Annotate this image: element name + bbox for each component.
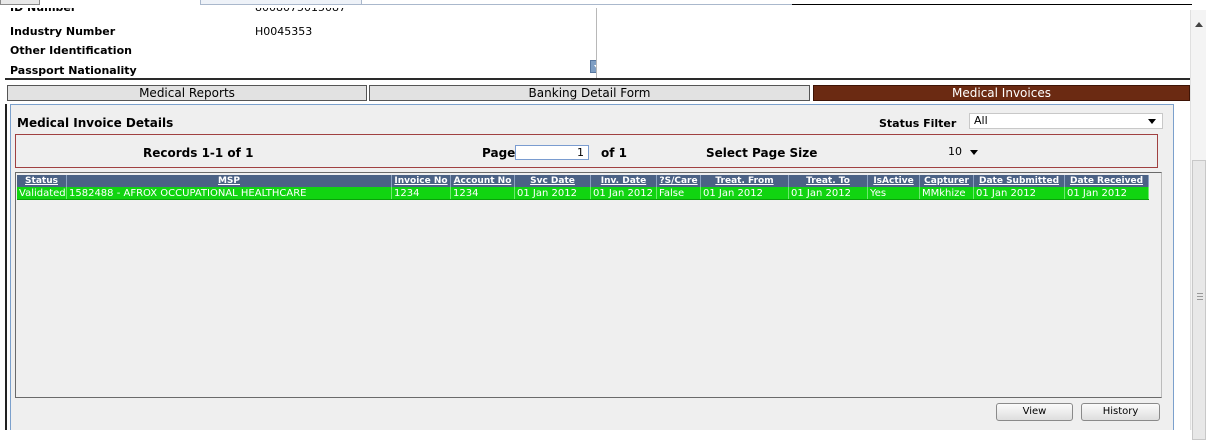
identification-info-box: ID Number 8008075015087 Industry Number … [10,8,597,80]
table-row[interactable]: Validated 1582488 - AFROX OCCUPATIONAL H… [17,187,1149,200]
column-header-inv-date[interactable]: Inv. Date [591,175,657,187]
top-strip-segment [792,0,1192,5]
column-header-capturer[interactable]: Capturer [920,175,974,187]
column-header-status[interactable]: Status [17,175,67,187]
info-label: Other Identification [10,44,132,57]
column-header-msp[interactable]: MSP [67,175,392,187]
info-label: Industry Number [10,25,116,38]
medical-invoice-panel: Medical Invoice Details Status Filter Al… [10,104,1174,430]
status-filter-value: All [974,114,988,127]
column-header-invoice-no[interactable]: Invoice No [392,175,451,187]
tab-medical-reports[interactable]: Medical Reports [7,85,367,101]
page-number-input[interactable]: 1 [515,145,589,160]
scroll-up-icon[interactable] [1195,22,1203,27]
cell-date-submitted: 01 Jan 2012 [974,187,1065,199]
chevron-down-icon [1148,119,1156,124]
page-size-value: 10 [948,145,962,158]
cell-date-received: 01 Jan 2012 [1065,187,1149,199]
page-total-label: of 1 [601,146,627,160]
info-value: H0045353 [255,25,313,38]
section-divider [5,78,1190,80]
column-header-svc-date[interactable]: Svc Date [515,175,591,187]
column-header-treat-to[interactable]: Treat. To [789,175,868,187]
scroll-down-icon[interactable] [590,60,596,73]
scrollbar-thumb[interactable] [1192,160,1206,440]
cell-s-care: False [657,187,701,199]
page-size-select[interactable]: 10 [948,144,988,160]
column-header-account-no[interactable]: Account No [451,175,515,187]
column-header-isactive[interactable]: IsActive [868,175,920,187]
tab-banking-detail-form[interactable]: Banking Detail Form [369,85,810,101]
info-value: 8008075015087 [255,8,346,16]
cell-isactive: Yes [868,187,920,199]
records-count: Records 1-1 of 1 [143,146,254,160]
cell-svc-date: 01 Jan 2012 [515,187,591,199]
page-label: Page [482,146,516,160]
history-button[interactable]: History [1081,403,1160,421]
page-scrollbar[interactable] [1190,10,1206,440]
column-header-s-care[interactable]: ?S/Care [657,175,701,187]
grid-header: Status MSP Invoice No Account No Svc Dat… [17,175,1149,187]
info-label: ID Number [10,8,76,16]
panel-title: Medical Invoice Details [17,116,174,130]
cell-capturer: MMkhize [920,187,974,199]
tab-medical-invoices[interactable]: Medical Invoices [813,85,1190,101]
status-filter-select[interactable]: All [969,113,1163,129]
cell-invoice-no: 1234 [392,187,451,199]
column-header-date-received[interactable]: Date Received [1065,175,1149,187]
top-strip-segment [362,0,792,5]
panel-left-edge [5,104,7,430]
view-button[interactable]: View [996,403,1073,421]
status-filter-label: Status Filter [879,117,957,130]
cell-status: Validated [19,187,67,199]
column-header-treat-from[interactable]: Treat. From [701,175,789,187]
cell-treat-from: 01 Jan 2012 [701,187,789,199]
cell-inv-date: 01 Jan 2012 [591,187,657,199]
chevron-down-icon [970,150,978,155]
cell-treat-to: 01 Jan 2012 [789,187,868,199]
top-strip [0,0,1192,6]
top-strip-segment [200,0,362,5]
column-header-date-submitted[interactable]: Date Submitted [974,175,1065,187]
cell-account-no: 1234 [451,187,515,199]
grip-icon [1197,293,1203,300]
invoice-grid: Status MSP Invoice No Account No Svc Dat… [15,172,1162,398]
cell-msp: 1582488 - AFROX OCCUPATIONAL HEALTHCARE [67,187,392,199]
pagination-bar: Records 1-1 of 1 Page 1 of 1 Select Page… [15,134,1158,168]
page-size-label: Select Page Size [706,146,818,160]
info-label: Passport Nationality [10,64,137,77]
top-strip-segment [0,0,40,5]
